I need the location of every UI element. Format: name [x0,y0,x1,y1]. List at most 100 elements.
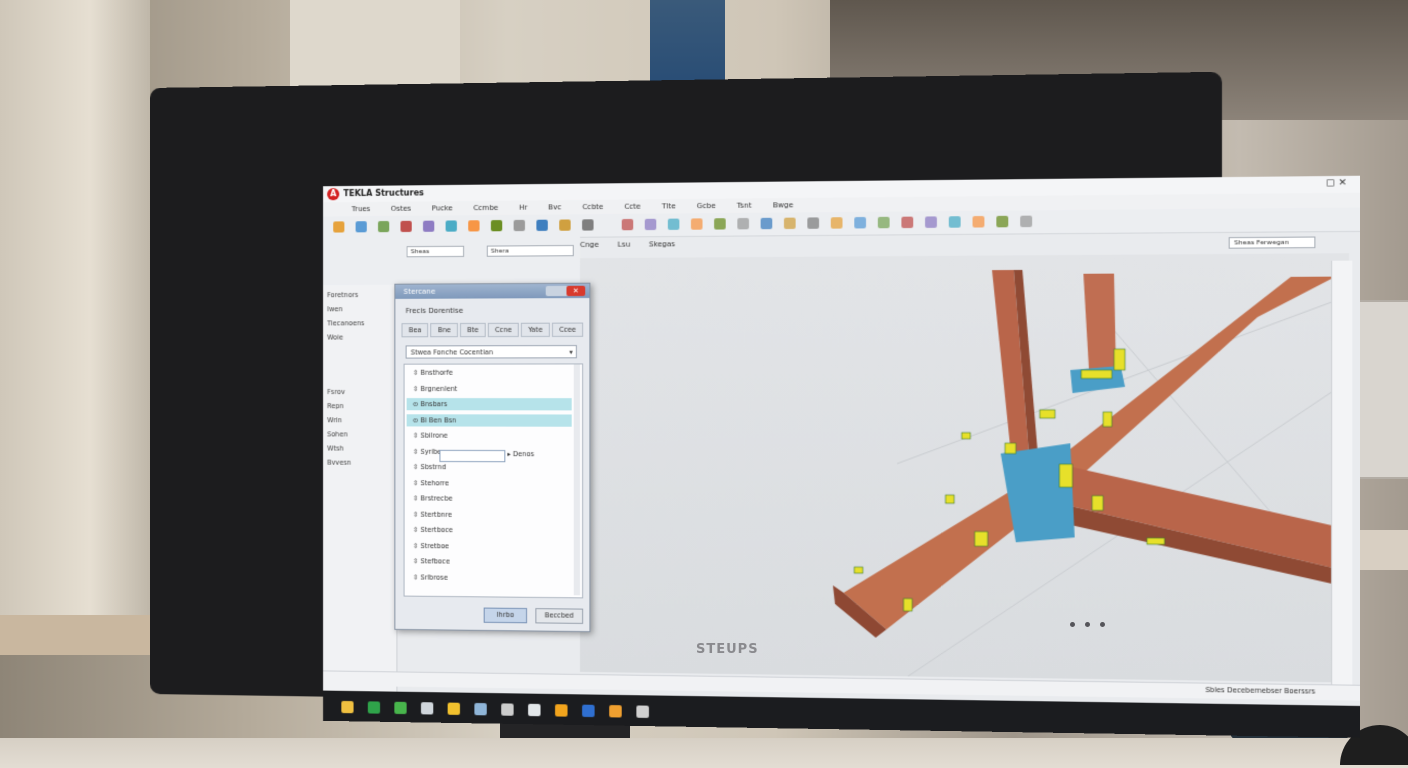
list-item[interactable]: ⇳ Stertbnre [413,508,452,520]
globe-icon[interactable] [528,704,540,716]
files-icon[interactable] [474,703,486,715]
note-icon[interactable] [448,703,460,715]
grid-icon[interactable] [446,220,457,231]
side-panel-item[interactable]: Tiecanoens [327,319,364,327]
menu-item[interactable]: Hr [519,204,527,212]
list-item[interactable]: ⇳ Srlbrose [413,571,448,583]
dialog-tab[interactable]: Bte [460,323,486,337]
dialog-tab[interactable]: Yate [521,323,550,337]
menu-item[interactable]: Gcbe [697,202,716,210]
toolbar-tool-icon[interactable] [996,216,1008,228]
dialog-tab[interactable]: Ccne [488,323,519,337]
close-icon[interactable]: ✕ [566,286,585,296]
toolbar-tool-icon[interactable] [784,218,796,229]
toolbar-tool-icon[interactable] [1020,216,1032,228]
view-tab[interactable]: Cnge [580,241,599,249]
start-icon[interactable] [341,701,353,713]
select-icon[interactable] [468,220,479,231]
toolbar-tool-icon[interactable] [878,217,890,228]
toolbar-tool-icon[interactable] [807,217,819,228]
menu-item[interactable]: Bwge [773,201,793,209]
side-panel-item[interactable]: Iwen [327,305,343,313]
toolbar-tool-icon[interactable] [645,219,657,230]
side-panel-item[interactable]: Sohen [327,430,348,438]
menu-item[interactable]: Ccbte [582,203,603,211]
list-item[interactable]: ⇳ Stretboe [413,539,449,551]
menu-item[interactable]: Trues [352,205,371,213]
menu-item[interactable]: Tsnt [737,201,752,209]
redo-icon[interactable] [400,221,411,232]
dialog-tab[interactable]: Ccee [552,323,583,337]
toolbar-tool-icon[interactable] [761,218,773,229]
app-icon[interactable] [368,701,380,713]
list-item[interactable]: ⇳ Stertboce [413,524,453,536]
monitor-button[interactable] [1085,622,1090,627]
side-panel-item[interactable]: Bvvesn [327,459,351,467]
calendar-icon[interactable] [582,705,595,717]
monitor-button[interactable] [1100,622,1105,627]
undo-icon[interactable] [378,221,389,232]
monitor-button[interactable] [1070,622,1075,627]
dialog-tab[interactable]: Bne [431,323,458,337]
list-item[interactable]: ⇳ Brstrecbe [413,492,453,504]
network-icon[interactable] [501,703,513,715]
toolbar-tool-icon[interactable] [668,219,680,230]
scrollbar[interactable] [574,364,580,595]
window-controls[interactable]: ▢ ✕ [1326,178,1347,189]
menu-item[interactable]: Ccmbe [473,204,498,212]
folder-icon[interactable] [555,704,567,716]
side-panel-item[interactable]: Woie [327,333,343,341]
monitor-icon[interactable] [421,702,433,714]
right-tool-strip[interactable] [1331,261,1352,685]
toolbar-tool-icon[interactable] [949,216,961,228]
list-item[interactable]: ⊙ Bnsbars [407,398,572,410]
list-item[interactable]: ⇳ Stehorre [413,477,449,489]
dialog-title-bar[interactable]: Stercane ✕ [395,284,589,299]
side-panel-item[interactable]: Wrin [327,416,342,424]
side-panel-item[interactable]: Repn [327,402,344,410]
folder-icon[interactable] [333,221,344,232]
steel-structure-3d-model[interactable] [748,253,1349,682]
list-item[interactable]: ⇳ Sbilrone [413,429,448,441]
settings-icon[interactable] [636,705,649,717]
toolbar-tool-icon[interactable] [854,217,866,228]
side-panel-item[interactable]: Foretnors [327,291,358,299]
toolbar-tool-icon[interactable] [973,216,985,228]
image-icon[interactable] [609,705,622,717]
side-panel-item[interactable]: Fsrov [327,388,345,396]
toolbar-tool-icon[interactable] [691,218,703,229]
view-tab[interactable]: Lsu [618,240,631,248]
toolbar-tool-icon[interactable] [622,219,634,230]
pencil-icon[interactable] [423,221,434,232]
view-tab[interactable]: Skegas [649,240,675,248]
menu-item[interactable]: Pucke [432,204,453,212]
toolbar-combo-1[interactable]: Sheas [407,246,464,258]
save-icon[interactable] [356,221,367,232]
cancel-button[interactable]: Beccbed [535,608,583,624]
chart-icon[interactable] [394,702,406,714]
list-item[interactable]: ⇳ Brgnenlent [413,382,458,394]
dialog-tab[interactable]: Bea [402,323,429,337]
dialog-combo[interactable]: Stwea Fonche Cocentian ▾ [406,345,577,359]
search-input[interactable]: Sheas Ferwegan [1229,237,1316,249]
menu-item[interactable]: Ccte [624,202,641,210]
side-panel-item[interactable]: Wtsh [327,444,344,452]
menu-item[interactable]: Tlte [662,202,676,210]
list-item[interactable]: ⊙ Bi Ben Bsn [407,414,572,426]
magnet-icon[interactable] [491,220,502,231]
list-item[interactable]: ⇳ Bnsthorfe [413,367,453,379]
toolbar-tool-icon[interactable] [831,217,843,228]
settings-icon[interactable] [582,219,593,230]
list-item[interactable]: ⇳ Stefboce [413,555,450,567]
toolbar-combo-2[interactable]: Shera [487,245,574,257]
minimize-button[interactable] [546,286,569,296]
toolbar-tool-icon[interactable] [901,217,913,229]
toolbar-tool-icon[interactable] [925,216,937,228]
snap-icon[interactable] [514,220,525,231]
ok-button[interactable]: Ihrbo [484,608,527,624]
menu-item[interactable]: Ostes [391,205,411,213]
zoom-icon[interactable] [536,220,547,231]
filter-icon[interactable] [559,219,570,230]
dialog-input[interactable] [439,450,505,462]
toolbar-tool-icon[interactable] [737,218,749,229]
